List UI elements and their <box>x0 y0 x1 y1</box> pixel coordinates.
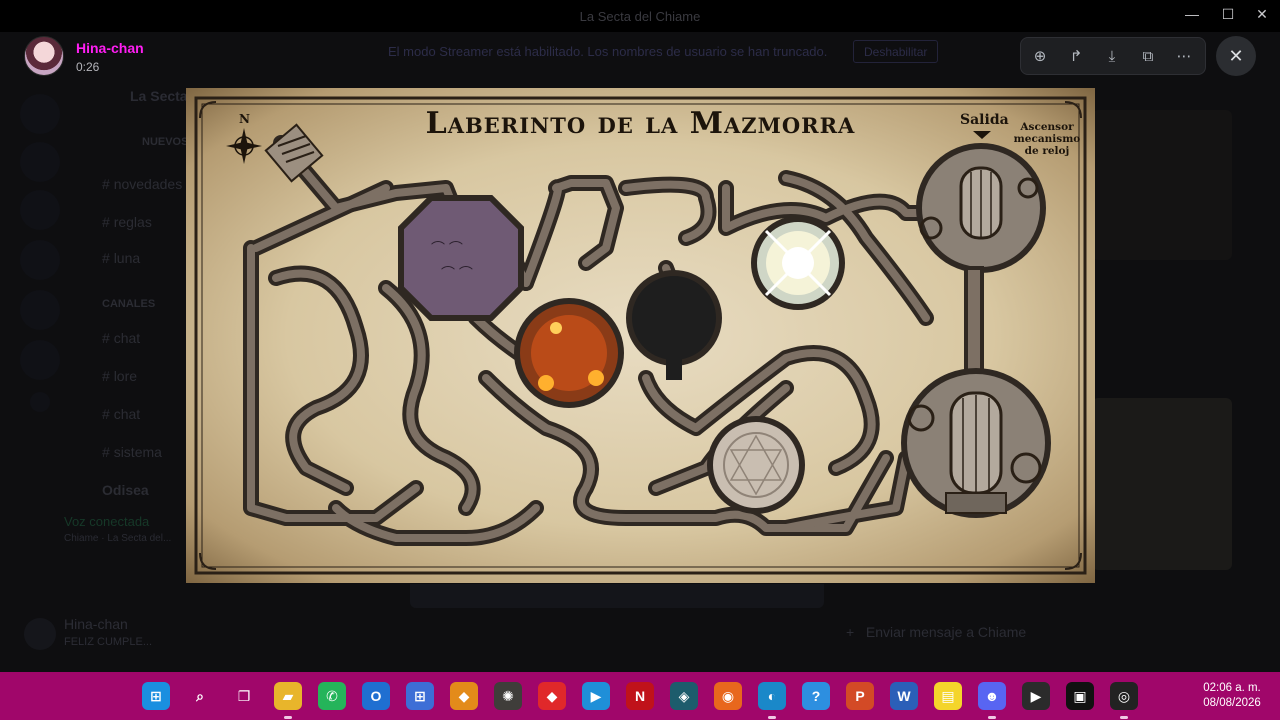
elevator-room-top <box>916 143 1046 273</box>
channel-item[interactable]: # lore <box>102 368 137 384</box>
download-icon[interactable]: ⤓ <box>1099 44 1125 70</box>
chat-image-thumbnail[interactable] <box>1092 110 1232 260</box>
server-icon[interactable] <box>20 240 60 280</box>
user-status: FELIZ CUMPLE... <box>64 636 153 648</box>
channel-item[interactable]: # chat <box>102 406 140 422</box>
search-icon[interactable]: ⌕ <box>186 682 214 710</box>
open-external-icon[interactable]: ⧉ <box>1135 44 1161 70</box>
image-viewer-toolbar: ⊕ ↱ ⤓ ⧉ ⋯ <box>1020 37 1206 75</box>
app-teal-icon[interactable]: ◈ <box>670 682 698 710</box>
app-beetle-icon[interactable]: ✺ <box>494 682 522 710</box>
map-artwork: ⌒ ⌒ ⌒ ⌒ <box>194 96 1087 575</box>
bat-room: ⌒ ⌒ ⌒ ⌒ <box>398 195 524 321</box>
voice-channel-item[interactable]: Odisea <box>102 482 149 498</box>
server-icon[interactable] <box>20 94 60 134</box>
close-viewer-button[interactable]: ✕ <box>1216 36 1256 76</box>
firefox-icon[interactable]: ◉ <box>714 682 742 710</box>
zoom-icon[interactable]: ⊕ <box>1027 44 1053 70</box>
poster-avatar[interactable] <box>24 36 64 76</box>
map-title: Laberinto de la Mazmorra <box>425 106 856 141</box>
minimize-button[interactable]: — <box>1174 6 1210 22</box>
light-room <box>751 216 845 310</box>
forward-icon[interactable]: ↱ <box>1063 44 1089 70</box>
netflix-icon[interactable]: N <box>626 682 654 710</box>
active-indicator <box>284 716 292 719</box>
summoning-circle-room <box>707 416 805 514</box>
help-icon[interactable]: ? <box>802 682 830 710</box>
channel-item[interactable]: # luna <box>102 250 140 266</box>
map-elevator-label: Ascensor mecanismo de reloj <box>1013 121 1081 157</box>
voice-connection-panel: Voz conectada Chiame · La Secta del... <box>64 514 171 544</box>
dark-room <box>626 270 722 380</box>
task-view-icon[interactable]: ❐ <box>230 682 258 710</box>
app-red-diamond-icon[interactable]: ◆ <box>538 682 566 710</box>
channel-item[interactable]: # sistema <box>102 444 162 460</box>
maximize-button[interactable]: ☐ <box>1210 6 1246 23</box>
active-indicator <box>768 716 776 719</box>
desktop: La Secta del Chiame — ☐ ✕ El modo Stream… <box>0 0 1280 720</box>
dungeon-map-image: ⌒ ⌒ ⌒ ⌒ Laberinto de la Mazmorra N Salid… <box>186 88 1095 583</box>
whatsapp-icon[interactable]: ✆ <box>318 682 346 710</box>
more-icon[interactable]: ⋯ <box>1171 44 1197 70</box>
server-icon[interactable] <box>20 190 60 230</box>
image-poster: Hina-chan 0:26 <box>24 36 204 76</box>
word-icon[interactable]: W <box>890 682 918 710</box>
user-name: Hina-chan <box>64 616 128 632</box>
server-icon[interactable] <box>20 290 60 330</box>
channel-item[interactable]: # chat <box>102 330 140 346</box>
app-robot-icon[interactable]: ▣ <box>1066 682 1094 710</box>
disable-streamer-button[interactable]: Deshabilitar <box>853 40 939 63</box>
chat-image-thumbnail[interactable] <box>1092 398 1232 570</box>
fire-room <box>514 298 624 408</box>
clock-time: 02:06 a. m. <box>1203 682 1261 694</box>
message-composer[interactable]: + Enviar mensaje a Chiame <box>846 624 1026 640</box>
channel-category: NUEVOS <box>142 136 189 148</box>
streamer-mode-message: El modo Streamer está habilitado. Los no… <box>388 44 828 59</box>
app-orange-icon[interactable]: ◆ <box>450 682 478 710</box>
start-icon[interactable]: ⊞ <box>142 682 170 710</box>
channel-category: CANALES <box>102 298 156 310</box>
clock-date: 08/08/2026 <box>1203 697 1261 709</box>
poster-name[interactable]: Hina-chan <box>76 40 144 56</box>
channel-list: NUEVOS # novedades # reglas # luna CANAL… <box>90 80 200 640</box>
system-clock[interactable]: 02:06 a. m. 08/08/2026 <box>1190 681 1274 711</box>
channel-item[interactable]: # novedades <box>102 176 182 192</box>
active-indicator <box>1120 716 1128 719</box>
svg-text:⌒ ⌒: ⌒ ⌒ <box>431 240 463 256</box>
map-exit-label: Salida <box>960 112 1009 128</box>
exit-arrow-icon <box>973 131 991 139</box>
window-close-button[interactable]: ✕ <box>1244 6 1280 23</box>
edge-icon[interactable]: ◐ <box>758 682 786 719</box>
voice-status: Voz conectada <box>64 514 150 529</box>
svg-text:⌒ ⌒: ⌒ ⌒ <box>441 265 473 281</box>
server-icon[interactable] <box>20 340 60 380</box>
prime-video-icon[interactable]: ▶ <box>582 682 610 710</box>
obs-icon[interactable]: ◎ <box>1110 682 1138 719</box>
server-rail <box>0 80 72 640</box>
file-explorer-icon[interactable]: ▰ <box>274 682 302 719</box>
store-icon[interactable]: ⊞ <box>406 682 434 710</box>
add-server-icon[interactable] <box>30 392 50 412</box>
streamer-mode-banner: El modo Streamer está habilitado. Los no… <box>180 40 980 66</box>
window-title: La Secta del Chiame <box>579 9 701 24</box>
chat-embed-footer <box>410 584 824 608</box>
active-indicator <box>988 716 996 719</box>
sticky-notes-icon[interactable]: ▤ <box>934 682 962 710</box>
server-icon[interactable] <box>20 142 60 182</box>
poster-timestamp: 0:26 <box>76 60 100 74</box>
outlook-icon[interactable]: O <box>362 682 390 710</box>
compass-north-label: N <box>239 112 250 126</box>
discord-icon[interactable]: ☻ <box>978 682 1006 719</box>
channel-item[interactable]: # reglas <box>102 214 152 230</box>
user-avatar[interactable] <box>24 618 56 650</box>
window-titlebar: La Secta del Chiame — ☐ ✕ <box>0 0 1280 32</box>
media-player-icon[interactable]: ▶ <box>1022 682 1050 710</box>
elevator-room-bottom <box>901 368 1051 518</box>
voice-channel-sub: Chiame · La Secta del... <box>64 533 172 544</box>
composer-placeholder: Enviar mensaje a Chiame <box>865 624 1027 640</box>
powerpoint-icon[interactable]: P <box>846 682 874 710</box>
